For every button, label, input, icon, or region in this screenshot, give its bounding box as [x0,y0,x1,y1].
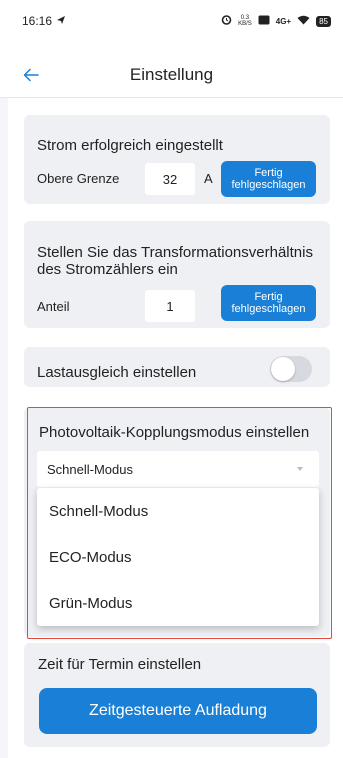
toggle-knob [271,357,295,381]
upper-limit-input[interactable]: 32 [145,163,195,195]
ratio-label: Anteil [37,299,70,314]
load-balance-toggle[interactable] [270,356,312,382]
back-button[interactable] [18,62,44,88]
network-speed: 0.3 KB/S [238,15,252,27]
status-time: 16:16 [22,14,53,28]
settings-panel: Strom erfolgreich eingestellt Obere Gren… [8,98,343,758]
status-bar: 16:16 0.3 KB/S 4G+ 85 [0,0,343,52]
left-margin [0,98,8,758]
page-title: Einstellung [129,64,214,84]
upper-limit-label: Obere Grenze [37,171,120,186]
pv-mode-option-gruen[interactable]: Grün-Modus [37,580,319,626]
current-limit-title: Strom erfolgreich eingestellt [37,137,223,154]
option-label: ECO-Modus [49,548,132,566]
transformer-ratio-card: Stellen Sie das Transformationsverhältni… [24,221,330,328]
option-label: Schnell-Modus [49,502,149,520]
load-balance-card: Lastausgleich einstellen [24,347,330,387]
app-header: Einstellung [0,52,343,98]
network-type: 4G+ [275,16,292,26]
pv-mode-select[interactable]: Schnell-Modus [37,451,319,487]
ratio-apply-button[interactable]: Fertig fehlgeschlagen [221,285,316,321]
pv-mode-option-eco[interactable]: ECO-Modus [37,534,319,580]
option-label: Grün-Modus [49,594,133,612]
alarm-icon [221,14,232,28]
ratio-input[interactable]: 1 [145,290,195,322]
pv-mode-option-schnell[interactable]: Schnell-Modus [37,488,319,534]
wifi-icon [297,15,310,28]
transformer-ratio-title-line1: Stellen Sie das Transformationsverhältni… [37,244,313,261]
hd-icon [258,15,270,28]
pv-mode-selected-value: Schnell-Modus [47,461,133,477]
pv-mode-dropdown: Schnell-Modus ECO-Modus Grün-Modus [37,488,319,626]
schedule-title: Zeit für Termin einstellen [38,656,202,673]
ratio-button-line2: fehlgeschlagen [231,303,306,315]
upper-limit-unit: A [204,171,213,186]
current-limit-button-line2: fehlgeschlagen [231,179,306,191]
load-balance-label: Lastausgleich einstellen [37,364,197,381]
current-limit-card: Strom erfolgreich eingestellt Obere Gren… [24,115,330,204]
network-speed-unit: KB/S [238,21,252,27]
ratio-button-line1: Fertig [254,291,283,303]
pv-mode-title: Photovoltaik-Kopplungsmodus einstellen [39,424,310,441]
current-limit-apply-button[interactable]: Fertig fehlgeschlagen [221,161,316,197]
back-arrow-icon [23,68,39,82]
battery-indicator: 85 [316,15,331,27]
scheduled-charging-button[interactable]: Zeitgesteuerte Aufladung [39,688,317,734]
chevron-down-icon [297,467,303,471]
current-limit-button-line1: Fertig [254,167,283,179]
transformer-ratio-title-line2: des Stromzählers ein [37,261,178,278]
location-arrow-icon [56,14,66,28]
